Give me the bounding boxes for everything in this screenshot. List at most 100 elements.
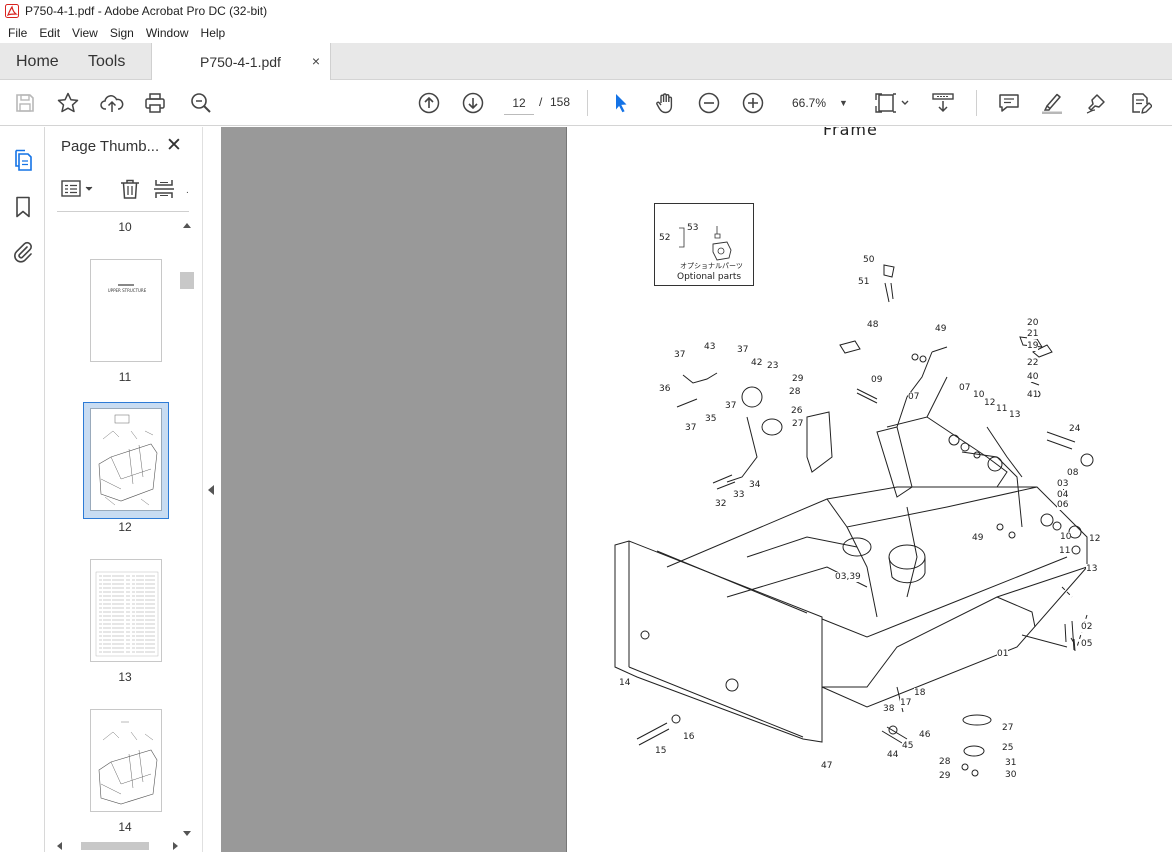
part-number: 20 (1027, 318, 1039, 328)
window-title: P750-4-1.pdf - Adobe Acrobat Pro DC (32-… (25, 4, 268, 18)
thumbnail-horizontal-scrollbar[interactable] (53, 839, 181, 852)
scrollbar-thumb[interactable] (180, 272, 194, 289)
scroll-right-icon[interactable] (173, 842, 178, 850)
menu-edit[interactable]: Edit (33, 26, 66, 40)
toolbar-divider (976, 90, 977, 116)
part-number: 15 (655, 746, 667, 756)
tab-home[interactable]: Home (16, 43, 59, 80)
thumbnail-page-13[interactable] (90, 559, 162, 662)
page-separator: / (539, 95, 543, 109)
thumbnail-diagram-preview (98, 721, 158, 805)
part-number: 21 (1027, 329, 1039, 339)
zoom-search-icon[interactable] (189, 91, 213, 115)
part-number: 35 (705, 414, 717, 424)
part-number: 36 (659, 384, 671, 394)
save-icon[interactable] (13, 91, 37, 115)
frame-exploded-diagram (614, 264, 1094, 777)
menu-help[interactable]: Help (195, 26, 232, 40)
part-number: 32 (715, 499, 727, 509)
part-number: 47 (821, 761, 833, 771)
part-number: 37 (685, 423, 697, 433)
hand-icon[interactable] (653, 91, 677, 115)
more-tools-indicator[interactable]: . (186, 185, 189, 196)
part-number: 16 (683, 732, 695, 742)
tab-tools[interactable]: Tools (88, 43, 125, 80)
part-number: 13 (1009, 410, 1021, 420)
part-number: 18 (914, 688, 926, 698)
sign-icon[interactable] (1084, 91, 1108, 115)
bookmark-icon[interactable] (11, 195, 35, 219)
document-background (221, 127, 566, 852)
next-page-icon[interactable] (461, 91, 485, 115)
prev-page-icon[interactable] (417, 91, 441, 115)
fit-page-icon[interactable] (875, 91, 911, 115)
menu-window[interactable]: Window (140, 26, 195, 40)
menu-file[interactable]: File (2, 26, 33, 40)
scroll-left-icon[interactable] (57, 842, 62, 850)
zoom-select[interactable]: 66.7% ▼ (786, 91, 856, 115)
part-number: 19 (1027, 341, 1039, 351)
zoom-in-icon[interactable] (741, 91, 765, 115)
part-number: 26 (791, 406, 803, 416)
part-number: 37 (737, 345, 749, 355)
panel-splitter[interactable] (202, 127, 221, 852)
page-thumbnails-icon[interactable] (11, 148, 35, 172)
acrobat-icon (5, 4, 19, 18)
highlight-icon[interactable] (1040, 91, 1064, 115)
part-number: 31 (1005, 758, 1017, 768)
edit-pdf-icon[interactable] (1128, 91, 1153, 115)
part-number: 27 (792, 419, 804, 429)
panel-toolbar: . (57, 172, 189, 212)
tab-document-label: P750-4-1.pdf (200, 53, 281, 70)
part-number: 50 (863, 255, 875, 265)
thumbnail-page-12-selected[interactable] (83, 402, 169, 519)
toolbar: / 158 66.7% ▼ (0, 81, 1172, 126)
menu-view[interactable]: View (66, 26, 104, 40)
attachment-icon[interactable] (11, 240, 35, 264)
toolbar-divider (587, 90, 588, 116)
menu-sign[interactable]: Sign (104, 26, 140, 40)
panel-close-button[interactable]: ✕ (165, 136, 183, 155)
page-thumbnails-panel: Page Thumb... ✕ . 10 UPPER STRUCTURE 11 (45, 127, 202, 852)
page-number-input[interactable] (504, 91, 534, 115)
chevron-down-icon: ▼ (839, 98, 848, 108)
part-number: 28 (789, 387, 801, 397)
part-number: 44 (887, 750, 899, 760)
left-navigation-rail (0, 127, 45, 852)
extract-pages-icon[interactable] (153, 178, 175, 200)
thumbnail-diagram-preview (98, 414, 158, 506)
scroll-mode-icon[interactable] (931, 91, 955, 115)
comment-icon[interactable] (997, 91, 1021, 115)
tab-close-button[interactable]: × (309, 53, 323, 69)
upload-icon[interactable] (100, 91, 124, 115)
part-number: 37 (674, 350, 686, 360)
thumbnail-text: UPPER STRUCTURE (107, 288, 147, 293)
delete-icon[interactable] (119, 178, 141, 200)
thumbnail-page-14[interactable] (90, 709, 162, 812)
print-icon[interactable] (143, 91, 167, 115)
zoom-out-icon[interactable] (697, 91, 721, 115)
part-number: 45 (902, 741, 914, 751)
part-number: 24 (1069, 424, 1081, 434)
scroll-down-icon[interactable] (183, 831, 191, 836)
star-icon[interactable] (56, 91, 80, 115)
tab-document[interactable]: P750-4-1.pdf × (151, 43, 331, 80)
part-number: 42 (751, 358, 763, 368)
part-number: 10 (1060, 532, 1072, 542)
part-number: 22 (1027, 358, 1039, 368)
scroll-up-icon[interactable] (183, 223, 191, 228)
scrollbar-thumb[interactable] (81, 842, 149, 850)
thumbnail-options-icon[interactable] (61, 178, 95, 200)
part-number: 01 (997, 649, 1009, 659)
thumbnail-page-11[interactable]: UPPER STRUCTURE (90, 259, 162, 362)
page-total: 158 (550, 95, 571, 109)
part-number: 17 (900, 698, 912, 708)
select-cursor-icon[interactable] (609, 91, 633, 115)
part-number: 28 (939, 757, 951, 767)
part-number: 07 (908, 392, 920, 402)
part-number: 14 (619, 678, 631, 688)
thumbnail-vertical-scrollbar[interactable] (179, 220, 195, 840)
part-number: 33 (733, 490, 745, 500)
collapse-panel-icon[interactable] (208, 485, 214, 495)
part-number: 23 (767, 361, 779, 371)
